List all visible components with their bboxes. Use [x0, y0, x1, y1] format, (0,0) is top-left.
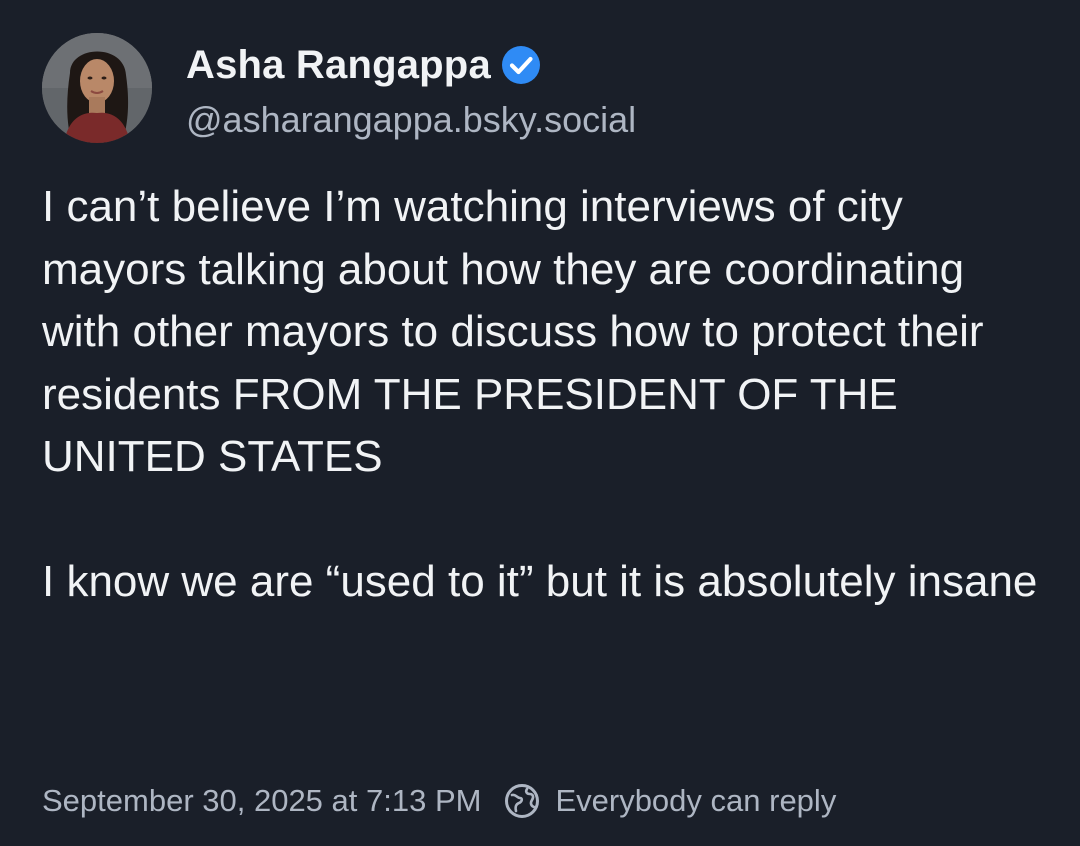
avatar[interactable]: [42, 33, 152, 143]
post-text: I can’t believe I’m watching interviews …: [42, 176, 1042, 614]
reply-setting-label: Everybody can reply: [555, 783, 837, 818]
post-card: Asha Rangappa @asharangappa.bsky.social …: [0, 0, 1080, 846]
reply-setting[interactable]: Everybody can reply: [503, 782, 836, 820]
author-display-name[interactable]: Asha Rangappa: [186, 43, 491, 88]
post-header: Asha Rangappa @asharangappa.bsky.social: [42, 32, 636, 144]
post-text-paragraph: I can’t believe I’m watching interviews …: [42, 182, 984, 481]
name-row: Asha Rangappa: [186, 35, 636, 95]
author-identity: Asha Rangappa @asharangappa.bsky.social: [186, 35, 636, 141]
author-handle[interactable]: @asharangappa.bsky.social: [186, 99, 636, 141]
globe-icon: [503, 782, 541, 820]
post-text-paragraph: I know we are “used to it” but it is abs…: [42, 557, 1038, 606]
post-footer: September 30, 2025 at 7:13 PM Everybody …: [42, 772, 836, 830]
verified-check-icon[interactable]: [501, 45, 541, 85]
avatar-image: [42, 33, 152, 143]
post-timestamp[interactable]: September 30, 2025 at 7:13 PM: [42, 783, 481, 819]
